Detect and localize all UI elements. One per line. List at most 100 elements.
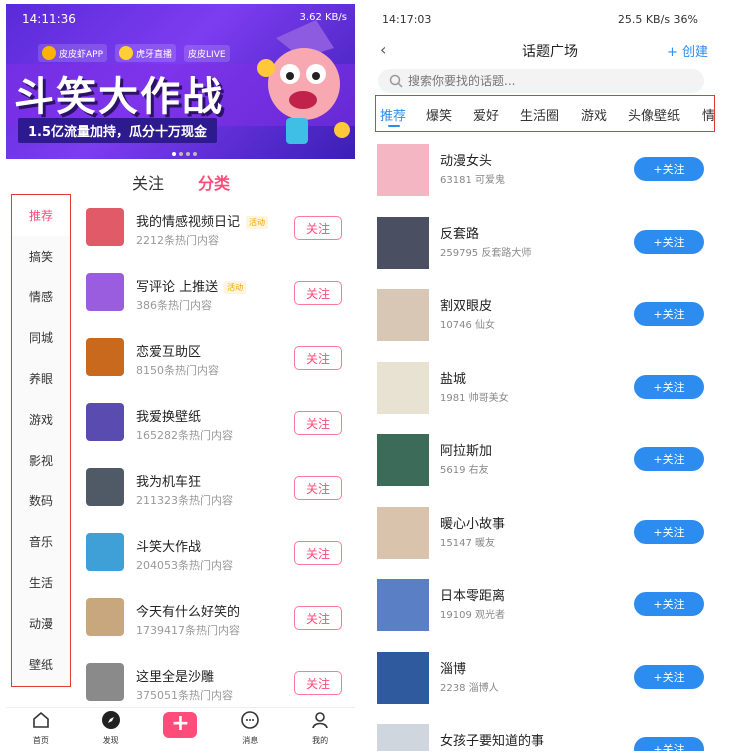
topic-stats: 259795 反套路大师 (440, 247, 532, 259)
topic-row[interactable]: 斗笑大作战 204053条热门内容 关注 (80, 529, 355, 594)
topic-thumbnail (86, 403, 124, 441)
right-screen: 14:17:03 25.5 KB/s 36% ‹ 话题广场 + 创建 推荐 爆笑 爱… (372, 4, 728, 751)
follow-button[interactable]: 关注 (294, 541, 342, 565)
topic-row[interactable]: 今天有什么好笑的 1739417条热门内容 关注 (80, 594, 355, 659)
create-button[interactable]: + 创建 (667, 41, 708, 60)
topic-row[interactable]: 恋爱互助区 8150条热门内容 关注 (80, 334, 355, 399)
topic-thumbnail (377, 579, 429, 631)
topic-name-line: 写评论 上推送 活动 (136, 276, 247, 295)
message-icon (241, 711, 260, 729)
topic-row[interactable]: 盐城 1981 帅哥美女 +关注 (372, 357, 728, 429)
category-item[interactable]: 推荐 (12, 195, 70, 236)
tab-category-1[interactable]: 爆笑 (426, 105, 452, 124)
topic-row[interactable]: 写评论 上推送 活动 386条热门内容 关注 (80, 269, 355, 334)
topic-thumbnail (86, 273, 124, 311)
search-icon (389, 74, 403, 88)
topic-stats: 5619 右友 (440, 465, 489, 476)
tab-category-0[interactable]: 推荐 (380, 105, 406, 124)
topic-name-line: 我爱换壁纸 (136, 406, 201, 425)
topic-name: 割双眼皮 (440, 299, 493, 314)
tab-category-3[interactable]: 生活圈 (520, 105, 559, 124)
category-item[interactable]: 影视 (12, 440, 70, 481)
topic-thumbnail (377, 216, 429, 269)
category-item[interactable]: 情感 (12, 277, 70, 318)
search-input[interactable] (408, 71, 688, 91)
follow-button[interactable]: +关注 (634, 664, 704, 689)
topic-row[interactable]: 日本零距离 19109 观光者 +关注 (372, 574, 728, 646)
topic-thumbnail (86, 208, 124, 246)
follow-button[interactable]: +关注 (634, 302, 704, 326)
category-item[interactable]: 同城 (12, 317, 70, 358)
carousel-dots (172, 152, 197, 156)
tab-category-4[interactable]: 游戏 (581, 105, 607, 124)
category-item[interactable]: 生活 (12, 562, 70, 603)
active-tab-underline (388, 125, 400, 127)
topic-thumbnail (377, 724, 429, 751)
topic-row[interactable]: 我的情感视频日记 活动 2212条热门内容 关注 (80, 204, 355, 269)
category-item[interactable]: 动漫 (12, 603, 70, 644)
nav-discover[interactable]: 发现 (76, 708, 146, 751)
promo-banner[interactable]: 14:11:36 3.62 KB/s 皮皮虾APP 虎牙直播 皮皮LIVE 斗笑… (6, 4, 355, 159)
category-item[interactable]: 养眼 (12, 358, 70, 399)
category-item[interactable]: 游戏 (12, 399, 70, 440)
topic-row[interactable]: 阿拉斯加 5619 右友 +关注 (372, 429, 728, 501)
topic-row[interactable]: 割双眼皮 10746 仙女 +关注 (372, 284, 728, 356)
tab-category-2[interactable]: 爱好 (473, 105, 499, 124)
category-item[interactable]: 搞笑 (12, 236, 70, 277)
logo-text: 皮皮LIVE (188, 49, 226, 60)
tab-follow[interactable]: 关注 (132, 170, 164, 194)
follow-button[interactable]: +关注 (634, 447, 704, 471)
follow-button[interactable]: +关注 (634, 592, 704, 616)
nav-messages[interactable]: 消息 (215, 708, 285, 751)
topic-name-line: 我为机车狂 (136, 471, 201, 490)
follow-button[interactable]: +关注 (634, 229, 704, 254)
topic-row[interactable]: 我为机车狂 211323条热门内容 关注 (80, 464, 355, 529)
nav-label: 首页 (32, 736, 49, 745)
status-network: 25.5 KB/s 36% (617, 13, 698, 26)
follow-button[interactable]: 关注 (294, 476, 342, 500)
category-item[interactable]: 数码 (12, 481, 70, 522)
huya-logo-icon (119, 46, 134, 60)
follow-button[interactable]: +关注 (634, 519, 704, 544)
compass-icon (101, 711, 120, 729)
topic-name: 阿拉斯加 (440, 444, 493, 459)
follow-button[interactable]: 关注 (294, 346, 342, 370)
topic-row[interactable]: 女孩子要知道的事 +关注 (372, 719, 728, 751)
topic-row[interactable]: 暖心小故事 15147 暖友 +关注 (372, 502, 728, 574)
nav-label: 我的 (312, 736, 329, 745)
topic-name-line: 斗笑大作战 (136, 536, 201, 555)
topic-row[interactable]: 动漫女头 63181 可爱鬼 +关注 (372, 139, 728, 211)
topic-row[interactable]: 淄博 2238 淄博人 +关注 (372, 647, 728, 719)
page-header: ‹ 话题广场 + 创建 (372, 34, 728, 64)
mascot-icon (257, 20, 350, 144)
follow-button[interactable]: 关注 (294, 281, 342, 305)
follow-button[interactable]: 关注 (294, 671, 342, 695)
follow-button[interactable]: 关注 (294, 216, 342, 240)
follow-button[interactable]: +关注 (634, 737, 704, 751)
nav-me[interactable]: 我的 (285, 708, 355, 751)
pipixia-logo-icon (42, 46, 56, 60)
tab-category-6[interactable]: 情 (702, 105, 714, 124)
tab-category-5[interactable]: 头像壁纸 (628, 105, 680, 124)
follow-button[interactable]: 关注 (294, 411, 342, 435)
tab-category[interactable]: 分类 (198, 170, 230, 194)
nav-label: 发现 (102, 736, 119, 745)
topic-thumbnail (86, 533, 124, 571)
category-item[interactable]: 壁纸 (12, 644, 70, 685)
category-item[interactable]: 音乐 (12, 521, 70, 562)
logo-live: 皮皮LIVE (184, 44, 230, 62)
topic-name-line: 我的情感视频日记 活动 (136, 211, 269, 230)
topic-row[interactable]: 反套路 259795 反套路大师 +关注 (372, 212, 728, 284)
nav-add[interactable]: + (146, 708, 216, 751)
user-icon (312, 712, 328, 729)
topic-row[interactable]: 我爱换壁纸 165282条热门内容 关注 (80, 399, 355, 464)
follow-button[interactable]: +关注 (634, 157, 704, 181)
topic-name: 写评论 上推送 (136, 280, 219, 295)
search-bar[interactable] (378, 69, 704, 93)
add-post-button[interactable]: + (163, 712, 198, 738)
follow-button[interactable]: 关注 (294, 606, 342, 630)
follow-button[interactable]: +关注 (634, 374, 704, 399)
nav-home[interactable]: 首页 (6, 708, 76, 751)
status-bar: 14:17:03 25.5 KB/s 36% (372, 10, 728, 28)
logo-huya: 虎牙直播 (115, 44, 177, 62)
